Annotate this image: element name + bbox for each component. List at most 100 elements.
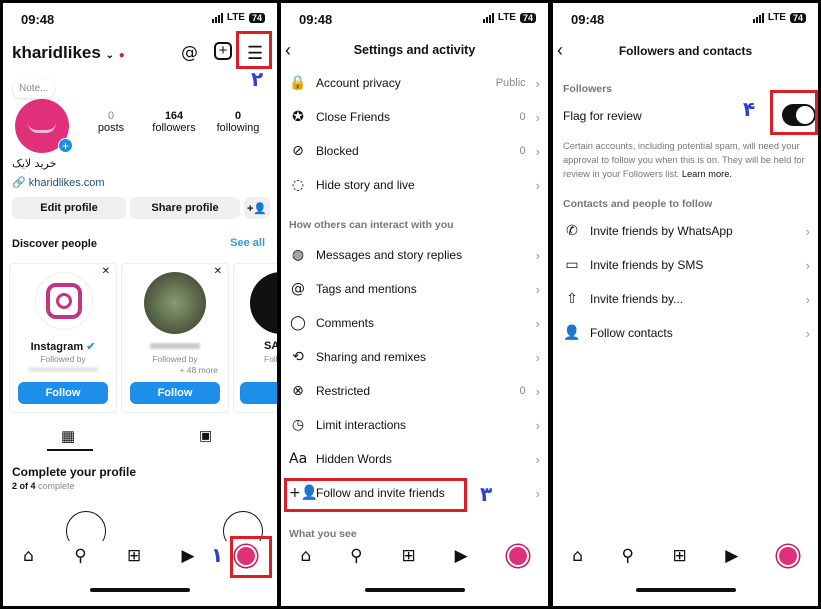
settings-item-limit-interactions[interactable]: ◷ Limit interactions › bbox=[281, 408, 548, 442]
home-icon[interactable]: ⌂ bbox=[23, 546, 34, 566]
item-label: Invite friends by WhatsApp bbox=[590, 224, 733, 238]
card-more: + 48 more bbox=[179, 365, 218, 375]
item-value: 0 bbox=[519, 111, 526, 123]
bottom-nav: ⌂ ⚲ ⊞ ▶ bbox=[553, 541, 818, 571]
settings-item-sharing-and-remixes[interactable]: ⟲ Sharing and remixes › bbox=[281, 340, 548, 374]
settings-item-hide-story-and-live[interactable]: ◌ Hide story and live › bbox=[281, 168, 548, 202]
sharing-and-remixes-icon: ⟲ bbox=[292, 349, 304, 365]
edit-profile-button[interactable]: Edit profile bbox=[12, 197, 126, 219]
settings-item-close-friends[interactable]: ✪ Close Friends 0 › bbox=[281, 100, 548, 134]
note-bubble[interactable]: Note... bbox=[13, 79, 55, 98]
account-privacy-icon: 🔒 bbox=[289, 75, 307, 91]
settings-item-messages-and-story-replies[interactable]: ◍ Messages and story replies › bbox=[281, 238, 548, 272]
verified-icon: ✔ bbox=[86, 341, 96, 353]
step-marker-3: ۳ bbox=[480, 482, 493, 506]
card-name: Instagram ✔ bbox=[30, 341, 96, 353]
item-label: Account privacy bbox=[316, 76, 401, 90]
home-indicator bbox=[635, 588, 736, 592]
follow-button[interactable]: Follow bbox=[130, 382, 220, 404]
chevron-right-icon: › bbox=[805, 291, 810, 307]
username[interactable]: kharidlikes ⌄ ● bbox=[12, 43, 125, 63]
settings-item-tags-and-mentions[interactable]: @ Tags and mentions › bbox=[281, 272, 548, 306]
card-avatar[interactable] bbox=[144, 272, 206, 334]
follow-button[interactable]: Fo bbox=[240, 382, 277, 404]
link-text: kharidlikes.com bbox=[28, 177, 105, 189]
grid-tab-icon[interactable]: ▦ bbox=[61, 427, 75, 445]
chevron-down-icon: ⌄ bbox=[105, 50, 114, 61]
item-label: Messages and story replies bbox=[316, 248, 463, 262]
create-icon[interactable]: ⊞ bbox=[672, 546, 686, 566]
search-icon[interactable]: ⚲ bbox=[350, 546, 362, 566]
active-tab-indicator bbox=[47, 449, 93, 451]
following-count: 0 bbox=[234, 110, 242, 122]
create-icon[interactable]: + bbox=[214, 42, 232, 60]
share-profile-button[interactable]: Share profile bbox=[130, 197, 240, 219]
search-icon[interactable]: ⚲ bbox=[74, 546, 86, 566]
tagged-tab-icon[interactable]: ▣ bbox=[199, 427, 212, 444]
card-avatar[interactable] bbox=[250, 272, 277, 334]
bottom-nav: ⌂ ⚲ ⊞ ▶ bbox=[281, 541, 548, 571]
settings-item-follow-contacts[interactable]: 👤 Follow contacts › bbox=[553, 316, 818, 350]
profile-tab[interactable] bbox=[506, 545, 529, 567]
settings-item-comments[interactable]: ◯ Comments › bbox=[281, 306, 548, 340]
chevron-right-icon: › bbox=[535, 383, 540, 399]
posts-stat[interactable]: 0 posts bbox=[89, 110, 133, 134]
followers-count: 164 bbox=[164, 110, 184, 122]
blurred-text bbox=[28, 367, 98, 372]
settings-item-invite-friends-by[interactable]: ⇧ Invite friends by... › bbox=[553, 282, 818, 316]
see-all-link[interactable]: See all bbox=[230, 237, 265, 249]
home-icon[interactable]: ⌂ bbox=[300, 546, 311, 566]
item-label: Hide story and live bbox=[316, 178, 415, 192]
network: LTE bbox=[226, 12, 245, 23]
search-icon[interactable]: ⚲ bbox=[622, 546, 634, 566]
reels-icon[interactable]: ▶ bbox=[455, 546, 468, 566]
posts-label: posts bbox=[97, 122, 125, 134]
settings-item-invite-friends-by-sms[interactable]: ▭ Invite friends by SMS › bbox=[553, 248, 818, 282]
learn-more-link[interactable]: Learn more. bbox=[682, 169, 732, 179]
threads-icon[interactable]: @ bbox=[181, 43, 198, 63]
item-label: Restricted bbox=[316, 384, 371, 398]
create-icon[interactable]: ⊞ bbox=[127, 546, 141, 566]
invite-friends-by-sms-icon: ▭ bbox=[565, 257, 579, 273]
profile-screen: 09:48 LTE 74 kharidlikes ⌄ ● @ + ☰ ۲ Note… bbox=[3, 3, 277, 606]
home-indicator bbox=[364, 588, 465, 592]
battery: 74 bbox=[248, 12, 265, 23]
following-label: following bbox=[216, 122, 260, 134]
home-icon[interactable]: ⌂ bbox=[572, 546, 583, 566]
card-sub: Follo bbox=[264, 354, 277, 364]
tags-and-mentions-icon: @ bbox=[291, 281, 305, 297]
complete-profile-title: Complete your profile bbox=[12, 465, 137, 479]
chevron-right-icon: › bbox=[535, 109, 540, 125]
settings-item-account-privacy[interactable]: 🔒 Account privacy Public › bbox=[281, 66, 548, 100]
create-icon[interactable]: ⊞ bbox=[401, 546, 415, 566]
follow-button[interactable]: Follow bbox=[18, 382, 108, 404]
item-label: Tags and mentions bbox=[316, 282, 417, 296]
status-time: 09:48 bbox=[299, 12, 333, 27]
add-story-icon[interactable]: + bbox=[58, 138, 73, 153]
card-sub: Followed by bbox=[40, 354, 86, 364]
following-stat[interactable]: 0 following bbox=[213, 110, 263, 134]
flag-for-review-label: Flag for review bbox=[563, 109, 642, 123]
suggestion-card: ✕ Instagram ✔ Followed by Follow bbox=[9, 263, 117, 413]
signal-icon bbox=[211, 12, 223, 23]
settings-item-restricted[interactable]: ⊗ Restricted 0 › bbox=[281, 374, 548, 408]
followers-stat[interactable]: 164 followers bbox=[149, 110, 199, 134]
reels-icon[interactable]: ▶ bbox=[725, 546, 738, 566]
chevron-right-icon: › bbox=[535, 177, 540, 193]
reels-icon[interactable]: ▶ bbox=[181, 546, 194, 566]
instagram-logo-icon[interactable] bbox=[35, 272, 93, 330]
add-person-icon[interactable]: +👤 bbox=[244, 197, 270, 219]
settings-item-hidden-words[interactable]: Aa Hidden Words › bbox=[281, 442, 548, 476]
followers-contacts-screen: 09:48 LTE 74 ‹ Followers and contacts Fol… bbox=[553, 3, 818, 606]
close-icon[interactable]: ✕ bbox=[214, 266, 222, 277]
chevron-right-icon: › bbox=[535, 451, 540, 467]
profile-tab[interactable] bbox=[776, 545, 799, 567]
settings-item-blocked[interactable]: ⊘ Blocked 0 › bbox=[281, 134, 548, 168]
profile-link[interactable]: 🔗 kharidlikes.com bbox=[12, 176, 105, 189]
settings-item-invite-friends-by-whatsapp[interactable]: ✆ Invite friends by WhatsApp › bbox=[553, 214, 818, 248]
chevron-right-icon: › bbox=[805, 257, 810, 273]
close-icon[interactable]: ✕ bbox=[102, 266, 110, 277]
chevron-right-icon: › bbox=[535, 417, 540, 433]
highlight-toggle bbox=[770, 90, 818, 135]
item-value: 0 bbox=[519, 145, 526, 157]
